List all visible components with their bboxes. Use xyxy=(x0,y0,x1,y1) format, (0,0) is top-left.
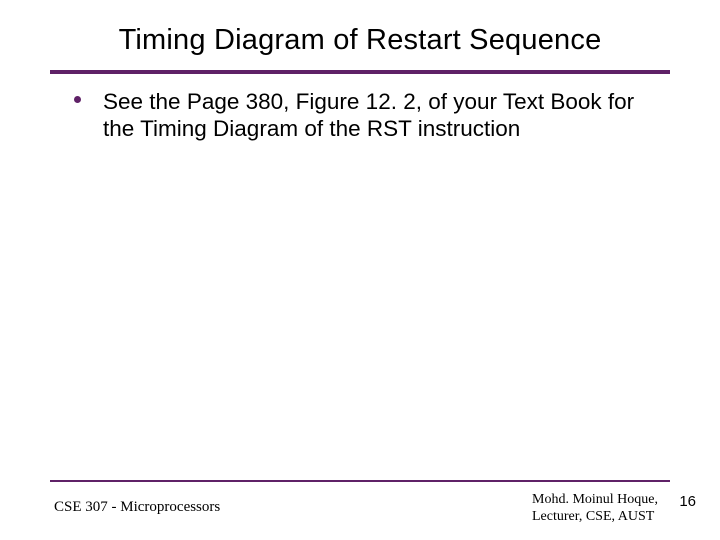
page-number: 16 xyxy=(679,493,696,510)
content-area: See the Page 380, Figure 12. 2, of your … xyxy=(74,88,660,143)
footer-author: Mohd. Moinul Hoque, Lecturer, CSE, AUST xyxy=(532,492,658,526)
footer-course: CSE 307 - Microprocessors xyxy=(54,499,220,516)
footer-author-line2: Lecturer, CSE, AUST xyxy=(532,509,658,526)
title-underline xyxy=(50,70,670,74)
footer-author-line1: Mohd. Moinul Hoque, xyxy=(532,492,658,509)
footer-divider xyxy=(50,480,670,482)
slide: Timing Diagram of Restart Sequence See t… xyxy=(0,0,720,540)
bullet-item: See the Page 380, Figure 12. 2, of your … xyxy=(74,88,660,143)
slide-title: Timing Diagram of Restart Sequence xyxy=(0,24,720,57)
bullet-text: See the Page 380, Figure 12. 2, of your … xyxy=(103,88,660,143)
bullet-dot-icon xyxy=(74,96,81,103)
